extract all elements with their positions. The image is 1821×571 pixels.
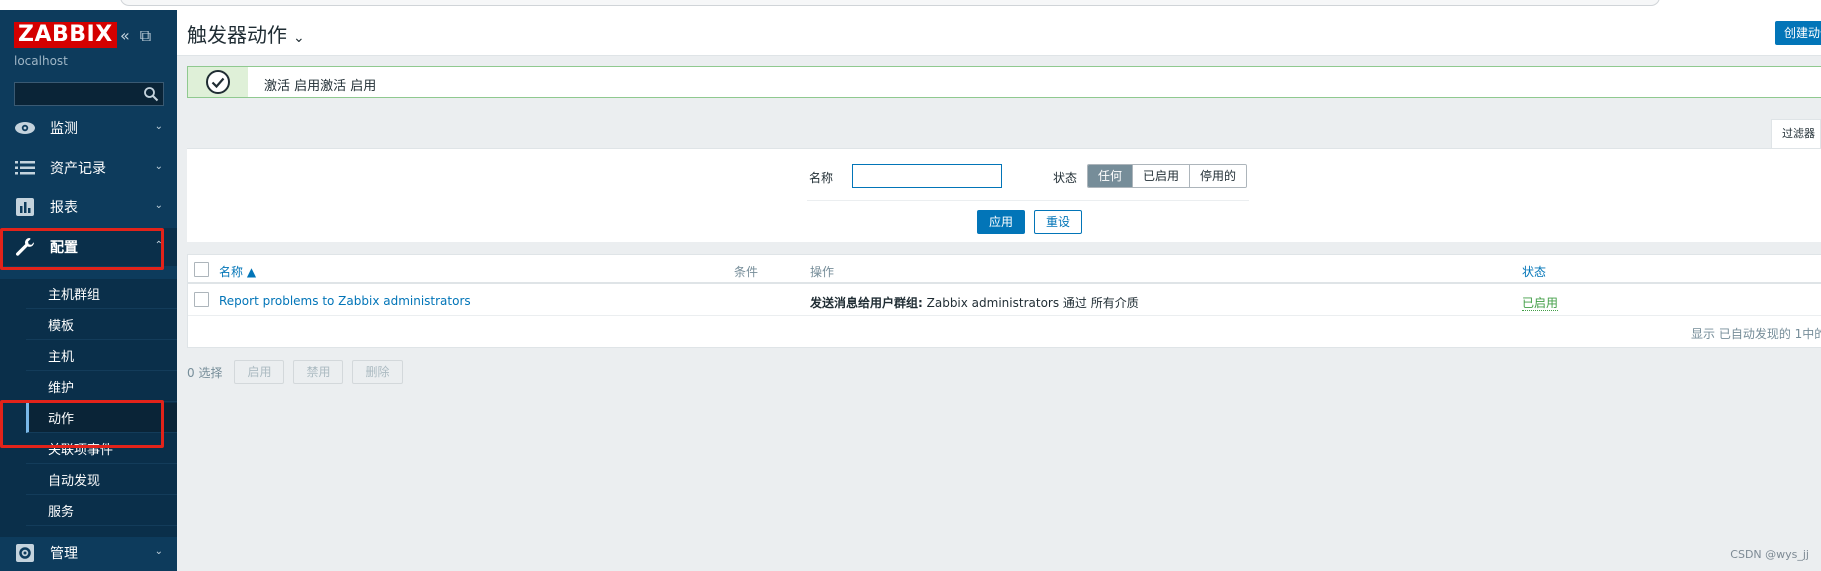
disable-button[interactable]: 禁用 [293,360,344,384]
status-enabled-link[interactable]: 已启用 [1522,296,1559,311]
menu-inventory[interactable]: 资产记录 ⌄ [0,149,177,187]
menu-label: 配置 [50,240,78,256]
sidebar-controls: «⧉ [120,26,161,46]
chevron-up-icon: ⌃ [154,240,163,251]
column-status-header[interactable]: 状态 [1522,263,1546,280]
submenu-event-correlation[interactable]: 关联项事件 [26,434,177,464]
action-operations: 发送消息给用户群组: Zabbix administrators 通过 所有介质 [810,294,1139,311]
browser-top-strip [0,0,1821,10]
kiosk-mode-icon[interactable]: ⧉ [140,26,151,45]
column-conditions-header: 条件 [734,265,759,279]
selected-count: 0 选择 [187,365,223,380]
filter-panel: 名称 状态 任何 已启用 停用的 应用 重设 [187,148,1821,242]
column-operations-header: 操作 [810,265,835,279]
check-circle-icon [206,70,230,94]
status-option-enabled[interactable]: 已启用 [1132,165,1190,187]
submenu-templates[interactable]: 模板 [26,310,177,340]
reset-button[interactable]: 重设 [1034,210,1082,234]
menu-label: 监测 [50,121,78,137]
menu-monitoring[interactable]: 监测 ⌄ [0,109,177,147]
list-icon [14,157,36,179]
sidebar-search-input[interactable] [14,82,164,106]
filter-tab[interactable]: 过滤器 [1771,119,1821,149]
action-name-link[interactable]: Report problems to Zabbix administrators [219,294,471,308]
filter-name-label: 名称 [809,171,834,185]
submenu-actions[interactable]: 动作 [26,403,177,433]
submenu-discovery[interactable]: 自动发现 [26,465,177,495]
table-header: 名称 ▲ 条件 操作 状态 [188,255,1821,284]
select-all-checkbox[interactable] [194,262,209,277]
browser-address-bar[interactable] [120,0,1660,6]
submenu-maintenance[interactable]: 维护 [26,372,177,402]
page-header: 触发器动作 ⌄ 创建动作 [177,10,1821,56]
submenu-services[interactable]: 服务 [26,496,177,526]
operation-type: 发送消息给用户群组: [810,296,923,310]
filter-status-segmented: 任何 已启用 停用的 [1087,164,1248,188]
menu-administration[interactable]: 管理 ⌄ [0,534,177,571]
delete-button[interactable]: 删除 [352,360,403,384]
column-name-header[interactable]: 名称 ▲ [219,263,256,280]
table-footer-stats: 显示 已自动发现的 1中的1 [1691,327,1821,341]
watermark: CSDN @wys_jj [1730,548,1809,561]
collapse-sidebar-icon[interactable]: « [120,26,130,45]
sidebar: ZABBIX «⧉ localhost 监测 ⌄ 资产记录 ⌄ 报表 ⌄ 配置 … [0,10,177,571]
page-title[interactable]: 触发器动作 ⌄ [187,19,305,48]
chevron-down-icon: ⌄ [154,161,163,172]
menu-configuration[interactable]: 配置 ⌃ [0,228,177,266]
action-status[interactable]: 已启用 [1522,294,1559,311]
filter-status-label: 状态 [1053,171,1078,185]
mass-actions-bar: 0 选择 启用 禁用 删除 [187,360,412,384]
submenu-host-groups[interactable]: 主机群组 [26,279,177,309]
filter-name-input[interactable] [852,164,1002,188]
menu-label: 管理 [50,546,78,562]
menu-reports[interactable]: 报表 ⌄ [0,188,177,226]
wrench-icon [14,236,36,258]
operation-detail: Zabbix administrators 通过 所有介质 [922,296,1139,310]
eye-icon [14,117,36,139]
actions-table: 名称 ▲ 条件 操作 状态 Report problems to Zabbix … [187,254,1821,348]
gear-icon [14,542,36,564]
message-text: 激活 启用激活 启用 [264,79,377,94]
submenu-hosts[interactable]: 主机 [26,341,177,371]
configuration-submenu: 主机群组 模板 主机 维护 动作 关联项事件 自动发现 服务 [0,279,177,537]
message-icon-area [188,67,248,97]
server-name: localhost [14,54,68,68]
status-option-disabled[interactable]: 停用的 [1189,165,1247,187]
chart-icon [14,196,36,218]
row-checkbox[interactable] [194,292,209,307]
filter-divider [807,200,1249,201]
table-row: Report problems to Zabbix administrators… [188,285,1821,316]
chevron-down-icon[interactable]: ⌄ [293,30,305,46]
status-option-any[interactable]: 任何 [1088,165,1133,187]
enable-button[interactable]: 启用 [234,360,285,384]
main-content: 触发器动作 ⌄ 创建动作 激活 启用激活 启用 过滤器 名称 状态 任何 已启用 … [177,10,1821,571]
page-title-text: 触发器动作 [187,23,287,47]
create-action-button[interactable]: 创建动作 [1775,21,1821,45]
apply-button[interactable]: 应用 [977,210,1025,234]
chevron-down-icon: ⌄ [154,200,163,211]
search-icon[interactable] [143,86,159,102]
menu-label: 资产记录 [50,161,106,177]
menu-label: 报表 [50,200,78,216]
success-message: 激活 启用激活 启用 [187,66,1821,98]
chevron-down-icon: ⌄ [154,546,163,557]
chevron-down-icon: ⌄ [154,121,163,132]
zabbix-logo[interactable]: ZABBIX [14,22,117,48]
